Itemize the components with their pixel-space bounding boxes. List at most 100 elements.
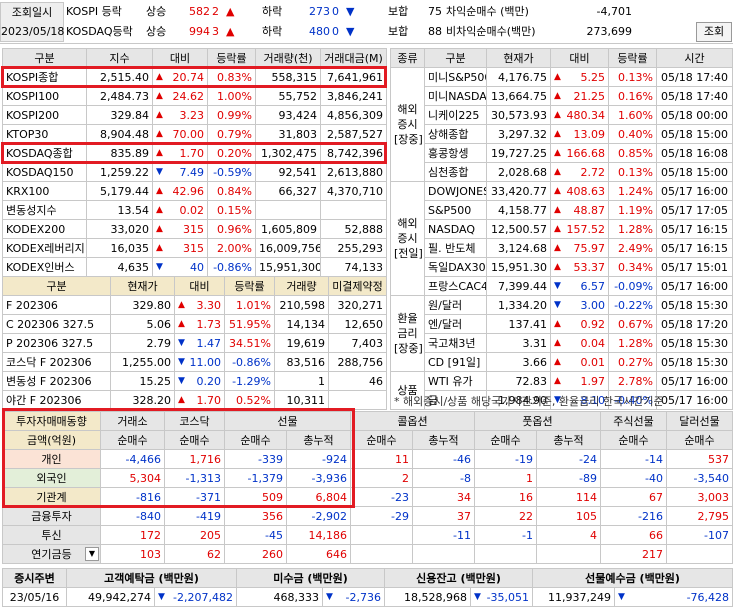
change-value: 11.00 <box>189 355 222 369</box>
world-change: ▲ 1.97 <box>550 371 609 391</box>
futures-row[interactable]: 야간 F 202306 328.20 ▲ 1.70 0.52% 10,311 <box>2 390 387 410</box>
world-row[interactable]: 프랑스CAC407,399.44▼ 6.57-0.09%05/17 16:00 <box>391 276 733 296</box>
world-change: ▲ 48.87 <box>550 200 609 220</box>
world-pct: -0.22% <box>608 295 657 315</box>
index-row[interactable]: KODEX200 33,020 ▲ 315 0.96% 1,605,809 52,888 <box>2 219 387 239</box>
futures-pct: -1.29% <box>224 371 275 391</box>
world-value: 3.66 <box>486 352 551 372</box>
futures-row[interactable]: P 202306 327.5 2.79 ▼ 1.47 34.51% 19,619 7,403 <box>2 333 387 353</box>
world-row[interactable]: 해외 증시 [전일] DOWJONES 33,420.77 ▲ 408.63 1.24% 0… <box>390 181 733 296</box>
index-volume: 92,541 <box>255 162 321 182</box>
investor-value: -1 <box>474 525 537 545</box>
change-value: 3.30 <box>196 298 222 312</box>
index-value: 1,259.22 <box>86 162 153 182</box>
index-row[interactable]: KODEX레버리지 16,035 ▲ 315 2.00% 16,009,756 255,29… <box>2 238 387 258</box>
investor-value: 1,716 <box>164 449 225 469</box>
index-row[interactable]: KODEX인버스 4,635 ▼ 40 -0.86% 15,951,300 74,133 <box>2 257 387 277</box>
index-pct: -0.59% <box>207 162 256 182</box>
world-row[interactable]: NASDAQ 12,500.57 ▲ 157.52 1.28% 05/17 16:15 <box>391 219 733 239</box>
world-pct: 1.24% <box>608 181 657 201</box>
change-value: 1.70 <box>196 393 222 407</box>
world-change: ▲ 2.72 <box>550 162 609 182</box>
world-row[interactable]: 심천종합 2,028.68 ▲ 2.72 0.13% 05/18 15:00 <box>391 162 733 182</box>
query-button[interactable]: 조회 <box>696 22 732 42</box>
index-row[interactable]: KRX100 5,179.44 ▲ 42.96 0.84% 66,327 4,370,710 <box>2 181 387 201</box>
index-value: 329.84 <box>86 105 153 125</box>
investor-row[interactable]: 연기금등 ▼ 103 62 260 646 217 <box>2 544 733 564</box>
index-row[interactable]: KOSDAQ종합 835.89 ▲ 1.70 0.20% 1,302,475 8,742,3… <box>2 143 387 163</box>
change-value: 0.04 <box>580 336 606 350</box>
investor-row[interactable]: 투신 172 205 -45 14,186 -11 -1 4 66 -107 <box>2 525 733 545</box>
investor-row[interactable]: 개인 -4,466 1,716 -339 -924 11 -46 -19 -24 -14 537 <box>2 449 733 469</box>
world-row[interactable]: 환율 금리 [장중] 원/달러 1,334.20 ▼ 3.00 -0.22% 05/18 1… <box>390 295 733 372</box>
change-value: 315 <box>183 241 204 255</box>
world-value: 12,500.57 <box>486 219 551 239</box>
futures-row[interactable]: 코스닥 F 202306 1,255.00 ▼ 11.00 -0.86% 83,516 28… <box>2 352 387 372</box>
world-row[interactable]: 상품 WTI 유가 72.83 ▲ 1.97 2.78% 05/17 16:00 <box>390 371 733 410</box>
column-header: 대비 <box>152 48 208 68</box>
world-row[interactable]: S&P500 4,158.77 ▲ 48.87 1.19% 05/17 17:05 <box>391 200 733 220</box>
column-header: 순매수 <box>224 430 287 450</box>
world-pct: 1.28% <box>608 219 657 239</box>
world-name: 프랑스CAC40 <box>424 276 487 296</box>
world-name: 심천종합 <box>424 162 487 182</box>
world-row[interactable]: 국고채3년 3.31 ▲ 0.04 1.28% 05/18 15:30 <box>391 333 733 353</box>
index-row[interactable]: 변동성지수 13.54 ▲ 0.02 0.15% <box>2 200 387 220</box>
column-header: 현재가 <box>110 276 175 296</box>
index-row[interactable]: KTOP30 8,904.48 ▲ 70.00 0.79% 31,803 2,587,527 <box>2 124 387 144</box>
world-name: S&P500 <box>424 200 487 220</box>
change-value: 315 <box>183 222 204 236</box>
world-row[interactable]: 니케이225 30,573.93 ▲ 480.34 1.60% 05/18 00:00 <box>391 105 733 125</box>
investor-value: -8 <box>412 468 475 488</box>
index-amount: 7,641,961 <box>320 67 387 87</box>
index-row[interactable]: KOSPI200 329.84 ▲ 3.23 0.99% 93,424 4,856,309 <box>2 105 387 125</box>
investor-value: 205 <box>164 525 225 545</box>
down-limit-count: 0 <box>332 25 339 38</box>
dropdown-icon[interactable]: ▼ <box>85 547 99 561</box>
world-row[interactable]: 상해종합 3,297.32 ▲ 13.09 0.40% 05/18 15:00 <box>391 124 733 144</box>
world-change: ▲ 166.68 <box>550 143 609 163</box>
futures-row[interactable]: F 202306 329.80 ▲ 3.30 1.01% 210,598 320,271 <box>2 295 387 315</box>
futures-oi: 7,403 <box>328 333 387 353</box>
column-header: 총누적 <box>412 430 475 450</box>
index-row[interactable]: KOSPI100 2,484.73 ▲ 24.62 1.00% 55,752 3,846,2… <box>2 86 387 106</box>
futures-row[interactable]: 변동성 F 202306 15.25 ▼ 0.20 -1.29% 1 46 <box>2 371 387 391</box>
investor-row[interactable]: 외국인 5,304 -1,313 -1,379 -3,936 2 -8 1 -89 -40 -3,5… <box>2 468 733 488</box>
futures-row[interactable]: C 202306 327.5 5.06 ▲ 1.73 51.95% 14,134 12,65… <box>2 314 387 334</box>
investor-value: -24 <box>536 449 601 469</box>
investor-name: 금융투자 <box>2 506 101 526</box>
world-row[interactable]: 필. 반도체 3,124.68 ▲ 75.97 2.49% 05/17 16:15 <box>391 238 733 258</box>
change-value: -35,051 <box>486 590 530 604</box>
index-row[interactable]: KOSPI종합 2,515.40 ▲ 20.74 0.83% 558,315 7,641,9… <box>2 67 387 87</box>
world-row[interactable]: CD [91일] 3.66 ▲ 0.01 0.27% 05/18 15:30 <box>391 352 733 372</box>
investor-value: -816 <box>100 487 165 507</box>
index-volume: 55,752 <box>255 86 321 106</box>
investor-value: -23 <box>350 487 413 507</box>
investor-value: 67 <box>600 487 667 507</box>
investor-value: -89 <box>536 468 601 488</box>
world-row[interactable]: 엔/달러 137.41 ▲ 0.92 0.67% 05/18 17:20 <box>391 314 733 334</box>
investor-value: 172 <box>100 525 165 545</box>
world-row[interactable]: 해외 증시 [장중] 미니S&P500 4,176.75 ▲ 5.25 0.13% 05/1… <box>390 67 733 182</box>
change-value: 24.62 <box>172 89 205 103</box>
world-change: ▲ 53.37 <box>550 257 609 277</box>
index-row[interactable]: KOSDAQ150 1,259.22 ▼ 7.49 -0.59% 92,541 2,613,… <box>2 162 387 182</box>
world-row[interactable]: 독일DAX30 15,951.30 ▲ 53.37 0.34% 05/17 15:01 <box>391 257 733 277</box>
futures-value: 5.06 <box>110 314 175 334</box>
world-note: * 해외증시/상품 해당국가시간기준, 환율금리 한국시간기준 <box>394 395 664 408</box>
arrow-up-icon: ▲ <box>156 185 163 196</box>
column-header: 등락률 <box>224 276 275 296</box>
investor-row[interactable]: 기관계 -816 -371 509 6,804 -23 34 16 114 67 3,003 <box>2 487 733 507</box>
investor-row[interactable]: 금융투자 -840 -419 356 -2,902 -29 37 22 105 -216 2,795 <box>2 506 733 526</box>
world-row[interactable]: 미니NASDAQ13,664.75▲ 21.250.16%05/18 17:40 <box>391 86 733 106</box>
world-row[interactable]: 홍콩항셍 19,727.25 ▲ 166.68 0.85% 05/18 16:08 <box>391 143 733 163</box>
column-group-header: 코스닥 <box>164 411 225 431</box>
futures-oi: 46 <box>328 371 387 391</box>
arrow-up-icon: ▲ <box>554 109 561 120</box>
column-header: 시간 <box>656 48 733 68</box>
futures-oi: 12,650 <box>328 314 387 334</box>
arrow-down-icon: ▼ <box>554 280 561 291</box>
change-value: 20.74 <box>172 70 205 84</box>
futures-volume: 10,311 <box>274 390 329 410</box>
world-group-label: 환율 금리 [장중] <box>390 295 425 372</box>
